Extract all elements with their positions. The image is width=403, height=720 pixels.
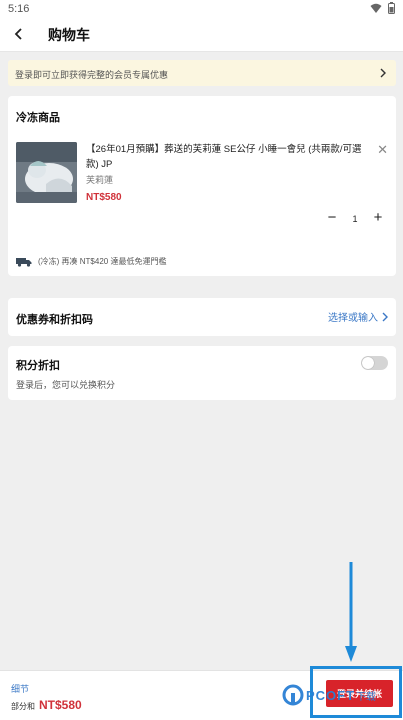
subtotal-label: 部分和	[11, 702, 35, 711]
increment-button[interactable]: +	[368, 210, 388, 228]
back-arrow-icon[interactable]	[10, 24, 28, 44]
banner-text: 登录即可立即获得完整的会员专属优惠	[15, 70, 169, 80]
watermark-suffix: 下载	[356, 691, 377, 703]
status-bar: 5:16	[0, 0, 403, 18]
remove-item-icon[interactable]: ✕	[377, 142, 388, 158]
shipping-note: (冷冻) 再凑 NT$420 達最低免運門檻	[16, 256, 166, 267]
cart-card: 冷冻商品 【26年01月預購】葬送的芙莉蓮 SE公仔 小睡一會兒 (共兩款/可選…	[8, 96, 396, 276]
member-login-banner[interactable]: 登录即可立即获得完整的会员专属优惠	[8, 60, 396, 86]
section-title-frozen: 冷冻商品	[16, 112, 60, 124]
points-hint: 登录后，您可以兑换积分	[16, 380, 116, 390]
decrement-button[interactable]: −	[322, 210, 342, 228]
status-time: 5:16	[8, 3, 30, 15]
quantity-stepper: − 1 +	[322, 210, 388, 228]
page-title: 购物车	[48, 27, 90, 43]
coupon-select-link[interactable]: 选择或输入	[328, 309, 388, 324]
quantity-value[interactable]: 1	[342, 210, 368, 228]
product-name[interactable]: 【26年01月預購】葬送的芙莉蓮 SE公仔 小睡一會兒 (共兩款/可選款) JP	[86, 142, 374, 172]
app-bar: 购物车	[0, 18, 403, 52]
chevron-right-icon	[382, 312, 388, 321]
truck-icon	[16, 257, 32, 267]
details-link[interactable]: 细节	[11, 682, 29, 695]
points-label: 积分折扣	[16, 360, 60, 372]
annotation-arrow-icon	[345, 562, 357, 662]
points-card: 积分折扣 登录后，您可以兑换积分	[8, 346, 396, 400]
coupon-label: 优惠券和折扣码	[16, 314, 93, 326]
toggle-knob	[362, 357, 374, 369]
wifi-icon	[370, 3, 382, 13]
product-price: NT$580	[86, 192, 122, 203]
product-variant: 芙莉蓮	[86, 175, 114, 185]
battery-icon	[388, 2, 395, 14]
coupon-card[interactable]: 优惠券和折扣码 选择或输入	[8, 298, 396, 336]
shipping-note-text: (冷冻) 再凑 NT$420 達最低免運門檻	[38, 257, 167, 266]
chevron-right-icon	[380, 68, 386, 78]
pcoft-logo-icon	[282, 684, 304, 706]
watermark: PCOFT 下载	[282, 684, 376, 706]
subtotal-amount: NT$580	[39, 698, 82, 712]
product-image[interactable]	[16, 142, 77, 203]
points-toggle[interactable]	[361, 356, 388, 370]
coupon-action-text: 选择或输入	[328, 313, 378, 324]
watermark-text: PCOFT	[306, 687, 356, 703]
status-icons	[370, 2, 395, 14]
